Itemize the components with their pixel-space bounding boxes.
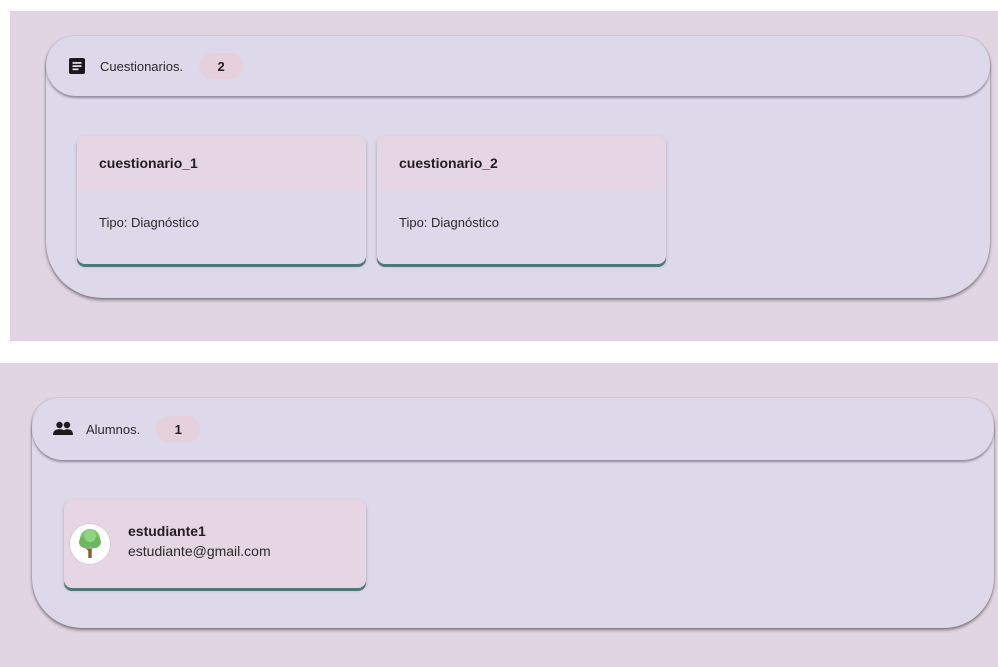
cuestionarios-title: Cuestionarios. [100, 58, 184, 74]
document-icon [66, 55, 88, 77]
people-icon [52, 418, 74, 440]
alumnos-section: Alumnos. 1 estudiante1 estudiante@gmail.… [32, 398, 994, 628]
student-email: estudiante@gmail.com [128, 543, 271, 559]
student-card[interactable]: estudiante1 estudiante@gmail.com [64, 500, 366, 588]
quiz-card[interactable]: cuestionario_1 Tipo: Diagnóstico [77, 136, 366, 264]
quiz-card-title: cuestionario_2 [377, 136, 666, 190]
alumnos-count-badge: 1 [156, 416, 201, 442]
alumnos-panel-background: Alumnos. 1 estudiante1 estudiante@gmail.… [0, 363, 998, 667]
quiz-card-title: cuestionario_1 [77, 136, 366, 190]
student-name: estudiante1 [128, 523, 206, 539]
quiz-card-type: Tipo: Diagnóstico [99, 215, 199, 230]
cuestionarios-panel-background: Cuestionarios. 2 cuestionario_1 Tipo: Di… [10, 11, 998, 341]
alumnos-title: Alumnos. [86, 421, 141, 437]
quiz-card-type: Tipo: Diagnóstico [399, 215, 499, 230]
tree-avatar-icon [70, 524, 110, 564]
alumnos-header[interactable]: Alumnos. 1 [32, 398, 994, 460]
student-info: estudiante1 estudiante@gmail.com [128, 523, 271, 559]
cuestionarios-header[interactable]: Cuestionarios. 2 [46, 36, 990, 96]
quiz-card[interactable]: cuestionario_2 Tipo: Diagnóstico [377, 136, 666, 264]
cuestionarios-section: Cuestionarios. 2 cuestionario_1 Tipo: Di… [46, 36, 990, 298]
cuestionarios-count-badge: 2 [199, 53, 244, 79]
